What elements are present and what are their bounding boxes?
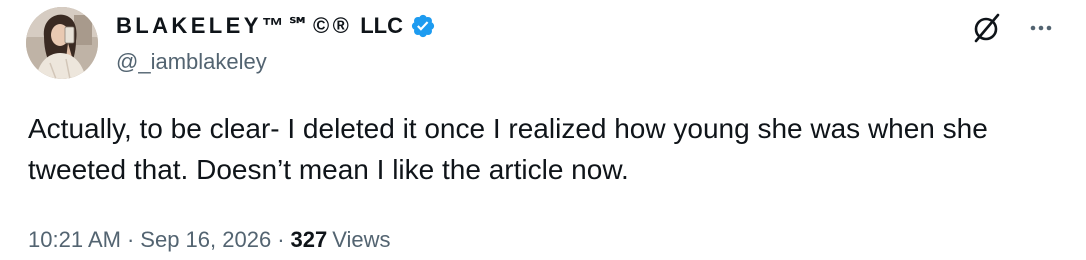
author-display-name[interactable]: BLAKELEY™℠©®: [116, 13, 352, 39]
meta-separator: ·: [277, 227, 285, 252]
avatar[interactable]: [26, 7, 98, 79]
tweet-card: BLAKELEY™℠©® LLC @_iamblakeley Actually,…: [0, 0, 1086, 260]
author-handle[interactable]: @_iamblakeley: [116, 49, 267, 75]
tweet-time[interactable]: 10:21 AM: [28, 227, 121, 253]
profile-photo-icon: [26, 7, 98, 79]
tweet-date[interactable]: Sep 16, 2026: [140, 227, 271, 253]
grok-icon[interactable]: [970, 11, 1004, 45]
verified-badge-icon[interactable]: [410, 13, 436, 39]
author-display-name-suffix[interactable]: LLC: [360, 13, 403, 39]
tweet-text: Actually, to be clear- I deleted it once…: [28, 113, 988, 185]
views-label: Views: [332, 227, 391, 252]
views-count: 327: [290, 227, 328, 252]
meta-separator: ·: [126, 227, 135, 252]
author-name-row[interactable]: BLAKELEY™℠©® LLC: [116, 10, 436, 42]
more-options-icon[interactable]: [1026, 13, 1056, 43]
tweet-meta: 10:21 AM · Sep 16, 2026 · 327 Views: [28, 227, 391, 253]
